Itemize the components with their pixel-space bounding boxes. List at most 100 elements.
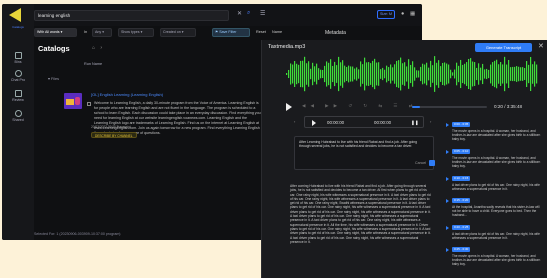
waveform-bar	[336, 65, 338, 83]
modal-title: Taxtmedia.mp3	[268, 44, 306, 50]
waveform-bar	[464, 63, 466, 85]
waveform-bar	[484, 69, 486, 79]
podcast-thumbnail[interactable]	[64, 93, 82, 109]
waveform-bar	[536, 64, 538, 84]
card-checkbox[interactable]	[87, 102, 91, 106]
waveform-bar	[474, 62, 476, 86]
sidebar-item-review[interactable]: Review	[2, 90, 34, 102]
waveform-bar	[480, 67, 482, 81]
waveform-bar	[532, 64, 534, 84]
waveform-bar	[392, 67, 394, 81]
bell-icon[interactable]: ●	[401, 11, 404, 17]
breadcrumb[interactable]: ⌂ ›	[92, 45, 104, 51]
waveform-bar	[472, 61, 474, 87]
card-title-link[interactable]: [OL] English Learning (Learning English)	[91, 92, 163, 97]
waveform-bar	[510, 67, 512, 81]
type-filter-select[interactable]: Show types ▾	[118, 28, 154, 37]
waveform-bar	[514, 66, 516, 82]
play-icon[interactable]	[446, 177, 449, 181]
waveform-bar	[330, 59, 332, 89]
waveform-bar	[352, 66, 354, 82]
waveform-bar	[380, 69, 382, 79]
play-icon[interactable]	[446, 199, 449, 203]
page-title: Catalogs	[38, 44, 70, 53]
waveform-bar	[312, 62, 314, 86]
waveform-bar	[370, 63, 372, 85]
waveform-bar	[454, 69, 456, 79]
sidebar-item-chat-pro[interactable]: Chat Pro	[2, 70, 34, 82]
waveform-bar	[460, 59, 462, 89]
waveform-bar	[406, 66, 408, 82]
advanced-search-icon[interactable]: ☰	[260, 10, 265, 17]
waveform-bar	[342, 60, 344, 88]
transcript-edit-field[interactable]: After Learning Hubrabad to live with his…	[294, 136, 435, 170]
play-icon[interactable]	[446, 248, 449, 252]
waveform-bar	[450, 69, 452, 79]
progress-fill	[412, 106, 420, 108]
save-filter-button[interactable]: ⚑ Save Filter	[212, 28, 250, 37]
microphone-icon	[75, 97, 80, 105]
sidebar-item-bins[interactable]: Bins	[2, 52, 34, 64]
waveform-bar	[328, 62, 330, 86]
playback-progress[interactable]	[412, 106, 487, 108]
sidebar-item-shared[interactable]: Shared	[2, 110, 34, 122]
waveform-bar	[374, 58, 376, 90]
waveform-bar	[322, 69, 324, 79]
share-icon	[14, 110, 22, 117]
cancel-button[interactable]: Cancel	[415, 161, 426, 165]
waveform-bar	[524, 68, 526, 80]
audio-waveform[interactable]	[286, 54, 540, 94]
waveform-bar	[326, 61, 328, 87]
waveform-bar	[366, 62, 368, 86]
sidebar-item-catalogs[interactable]: Catalogs	[4, 25, 32, 29]
full-transcript-text: After coming Hubrabad to live with his f…	[290, 184, 431, 244]
waveform-bars	[286, 56, 538, 92]
waveform-bar	[356, 67, 358, 81]
reset-button[interactable]: Reset	[256, 30, 266, 34]
play-icon[interactable]	[286, 103, 292, 111]
size-button[interactable]: Size: M	[377, 10, 395, 19]
search-input[interactable]: learning english	[34, 10, 229, 21]
files-toggle[interactable]: ▾ Files	[48, 76, 59, 81]
waveform-bar	[434, 56, 436, 92]
waveform-bar	[442, 62, 444, 86]
waveform-bar	[438, 60, 440, 88]
clear-search-icon[interactable]: ✕	[237, 10, 242, 17]
sort-name-button[interactable]: Name	[272, 30, 282, 34]
play-icon[interactable]	[446, 226, 449, 230]
waveform-bar	[452, 72, 454, 76]
with-all-words-select[interactable]: With All words ▾	[34, 28, 77, 37]
next-segment-button[interactable]: ›	[430, 119, 431, 124]
waveform-bar	[496, 59, 498, 89]
date-filter-select[interactable]: Created on ▾	[160, 28, 196, 37]
pause-icon[interactable]: ❚❚	[411, 120, 419, 126]
waveform-bar	[446, 63, 448, 85]
waveform-bar	[456, 62, 458, 86]
play-icon[interactable]	[446, 123, 449, 127]
waveform-bar	[362, 64, 364, 84]
generate-transcript-button[interactable]: Generate Transcript	[475, 43, 532, 52]
prev-segment-button[interactable]: ‹	[294, 119, 295, 124]
segment-player: 00:00:00 00:00:00 ❚❚	[304, 116, 424, 128]
waveform-bar	[316, 63, 318, 85]
playback-controls[interactable]: ◀◀ ▶▶ ↺ ↻ ⇆ ☰ ⇄	[302, 103, 417, 109]
in-any-select[interactable]: Any ▾	[92, 28, 112, 37]
waveform-bar	[354, 68, 356, 80]
save-button[interactable]	[429, 160, 435, 166]
apps-icon[interactable]: ▦	[410, 11, 415, 17]
status-badge[interactable]: DESCRIBE BY CHANNEL	[91, 132, 137, 138]
waveform-bar	[292, 64, 294, 84]
waveform-bar	[318, 68, 320, 80]
waveform-bar	[338, 56, 340, 92]
play-icon[interactable]	[446, 150, 449, 154]
waveform-bar	[440, 66, 442, 82]
waveform-bar	[444, 62, 446, 86]
app-logo-icon[interactable]	[9, 8, 21, 22]
waveform-bar	[300, 60, 302, 88]
waveform-bar	[408, 59, 410, 89]
segment-play-icon[interactable]	[312, 120, 316, 126]
search-icon[interactable]: ⌕	[247, 10, 250, 17]
waveform-bar	[526, 61, 528, 87]
waveform-bar	[358, 69, 360, 79]
close-icon[interactable]: ✕	[538, 42, 544, 50]
